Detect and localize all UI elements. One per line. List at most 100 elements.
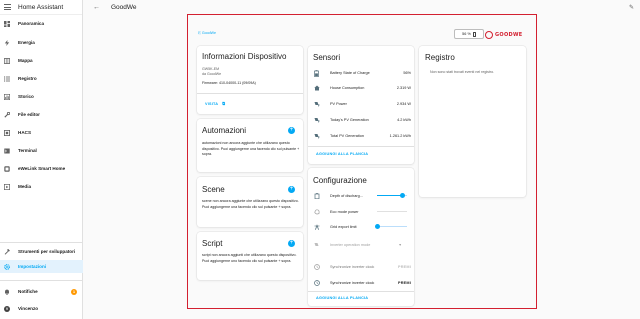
config-row[interactable]: Eco mode power <box>314 205 411 218</box>
logbook-empty-text: Non sono stati trovati eventi nel regist… <box>430 70 495 74</box>
card-title: Registro <box>425 53 455 62</box>
card-title: Scene <box>202 185 225 194</box>
sensor-row[interactable]: PV Power 2.934 W <box>314 97 411 110</box>
config-row[interactable]: Depth of discharg... <box>314 189 411 202</box>
sidebar-item-panoramica[interactable]: Panoramica <box>0 17 83 30</box>
press-button[interactable]: PREMI <box>398 281 411 285</box>
clock-icon <box>314 263 320 270</box>
sidebar-divider <box>0 242 83 243</box>
chart-icon <box>3 93 11 100</box>
sensor-row[interactable]: House Consumption 2.319 W <box>314 81 411 94</box>
device-info-card: Informazioni Dispositivo GW5K-EM da Good… <box>197 46 303 114</box>
top-bar: ← GoodWe ✎ <box>83 0 640 15</box>
config-label: Synchronize inverter clock <box>330 280 375 285</box>
logo-mark-icon <box>485 30 493 39</box>
sidebar-header: Home Assistant <box>0 0 82 15</box>
sensor-label: House Consumption <box>330 85 365 90</box>
sidebar-item-mappa[interactable]: Mappa <box>0 54 83 67</box>
sidebar-item-label: Mappa <box>18 58 33 63</box>
add-automation-button[interactable]: + <box>288 127 295 134</box>
sidebar-item-terminal[interactable]: Terminal <box>0 144 83 157</box>
configuration-card: Configurazione Depth of discharg... Eco … <box>308 168 414 306</box>
bell-icon <box>4 289 10 295</box>
eco-mode-power-slider[interactable] <box>377 210 407 213</box>
press-button-disabled[interactable]: PREMI <box>398 265 411 269</box>
config-row[interactable]: Inverter operation mode ▾ <box>314 238 411 251</box>
back-arrow-icon[interactable]: ← <box>93 4 103 11</box>
sidebar-item-user[interactable]: V Vincenzo <box>0 302 83 315</box>
visit-link[interactable]: VISITA ⧉ <box>205 102 225 106</box>
media-icon <box>3 183 11 190</box>
avatar: V <box>4 305 10 312</box>
solar-power-icon <box>314 101 320 107</box>
transmission-tower-icon <box>314 223 320 230</box>
sidebar-item-notifications[interactable]: Notifiche 1 <box>0 285 83 298</box>
sidebar-item-registro[interactable]: Registro <box>0 72 83 85</box>
scripts-empty-text: script non ancora aggiunti che utilizzan… <box>202 253 297 263</box>
sidebar-item-dev-tools[interactable]: Strumenti per sviluppatori <box>0 245 83 258</box>
device-manufacturer: da GoodWe <box>202 72 222 76</box>
card-title: Sensori <box>313 53 341 62</box>
card-title: Configurazione <box>313 176 367 185</box>
add-to-dashboard-button[interactable]: AGGIUNGI ALLA PLANCIA <box>316 152 368 156</box>
chevron-down-icon: ▾ <box>399 243 401 247</box>
sensor-row[interactable]: Battery State of Charge 56% <box>314 66 411 79</box>
sensor-label: Today's PV Generation <box>330 117 369 122</box>
add-scene-button[interactable]: + <box>288 186 295 193</box>
grid-export-limit-slider[interactable] <box>374 223 407 229</box>
sensor-label: PV Power <box>330 101 347 106</box>
battery-discharge-icon <box>314 192 320 199</box>
menu-icon[interactable] <box>4 4 12 10</box>
integration-link[interactable]: ⎘ GoodWe <box>198 31 216 35</box>
sidebar-item-storico[interactable]: Storico <box>0 90 83 103</box>
visit-label: VISITA <box>205 102 219 106</box>
config-label: Synchronize inverter clock <box>330 264 375 269</box>
card-divider <box>308 146 414 147</box>
sidebar-item-energia[interactable]: Energia <box>0 36 83 49</box>
sidebar-item-label: Vincenzo <box>18 306 39 311</box>
goodwe-logo: GOODWE <box>485 29 529 40</box>
automations-card: Automazioni + automazioni non ancora agg… <box>197 119 303 172</box>
sidebar-divider <box>0 280 83 281</box>
logo-text: GOODWE <box>495 31 523 38</box>
config-row[interactable]: Grid export limit <box>314 220 411 233</box>
notification-badge: 1 <box>71 288 77 295</box>
sensor-row[interactable]: Today's PV Generation 4.2 kWh <box>314 113 411 126</box>
sidebar-item-label: File editor <box>18 112 40 117</box>
sidebar-item-label: Panoramica <box>18 21 45 26</box>
sidebar-item-label: HACS <box>18 130 32 135</box>
dashboard-icon <box>4 20 10 27</box>
logbook-card: Registro Non sono stati trovati eventi n… <box>419 46 526 197</box>
map-icon <box>3 57 11 64</box>
hacs-icon <box>4 129 10 136</box>
sensor-value: 1.261.2 kWh <box>389 133 411 138</box>
home-icon <box>314 85 320 91</box>
list-icon <box>4 76 10 82</box>
device-firmware: Firmware: 410-04000-11 (09/09A) <box>202 81 256 85</box>
sidebar-item-settings[interactable]: Impostazioni <box>0 260 83 273</box>
clock-icon <box>314 279 320 286</box>
sensor-value: 2.934 W <box>396 101 411 106</box>
sidebar-item-hacs[interactable]: HACS <box>0 126 83 139</box>
page-title: GoodWe <box>111 4 137 11</box>
config-label: Depth of discharg... <box>330 193 363 198</box>
inverter-mode-select[interactable]: Inverter operation mode <box>330 243 370 247</box>
sensor-value: 56% <box>403 70 411 75</box>
sidebar-item-label: eWeLink Smart Home <box>18 166 66 171</box>
add-to-dashboard-button[interactable]: AGGIUNGI ALLA PLANCIA <box>316 296 368 300</box>
depth-of-discharge-slider[interactable] <box>377 192 407 198</box>
config-label: Grid export limit <box>330 224 357 229</box>
sidebar-item-media[interactable]: Media <box>0 180 83 193</box>
sensor-label: Battery State of Charge <box>330 70 370 75</box>
sensor-row[interactable]: Total PV Generation 1.261.2 kWh <box>314 129 411 142</box>
ewelink-icon <box>4 165 10 172</box>
sidebar-item-label: Energia <box>18 40 35 45</box>
automations-empty-text: automazioni non ancora aggiunte che util… <box>202 141 300 156</box>
sidebar-item-ewelink[interactable]: eWeLink Smart Home <box>0 162 83 175</box>
pencil-icon[interactable]: ✎ <box>629 4 634 11</box>
add-script-button[interactable]: + <box>288 240 295 247</box>
battery-chip[interactable]: 56 % <box>454 29 484 39</box>
sidebar-item-file-editor[interactable]: File editor <box>0 108 83 121</box>
sidebar-item-label: Media <box>18 184 32 189</box>
sidebar-item-label: Terminal <box>18 148 37 153</box>
